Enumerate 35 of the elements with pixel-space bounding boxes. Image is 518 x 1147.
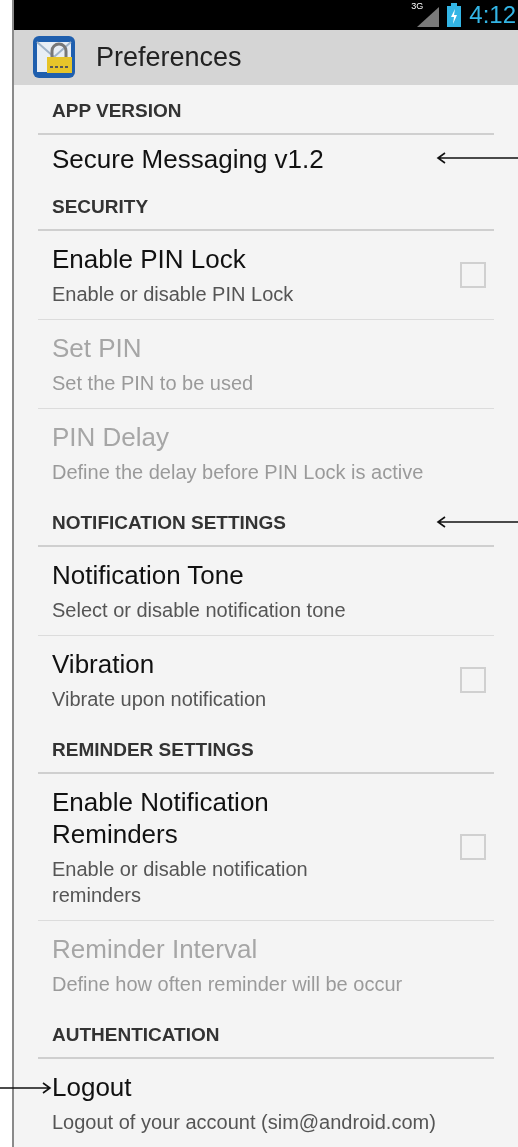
preference-row[interactable]: Logout Logout of your account (sim@android.com) <box>14 1059 518 1147</box>
checkbox-preference[interactable]: Enable PIN Lock Enable or disable PIN Lock <box>14 231 518 319</box>
preference-summary: Logout of your account (sim@android.com) <box>52 1110 437 1135</box>
preference-title: Enable PIN Lock <box>52 243 247 275</box>
battery-charging-icon <box>447 2 462 27</box>
checkbox-preference[interactable]: Vibration Vibrate upon notification <box>14 636 518 724</box>
preference-summary: Vibrate upon notification <box>52 687 268 712</box>
preference-summary: Select or disable notification tone <box>52 598 347 623</box>
preference-title: PIN Delay <box>52 421 171 453</box>
preference-summary: Set the PIN to be used <box>52 371 255 396</box>
checkbox[interactable] <box>460 262 486 288</box>
checkbox[interactable] <box>460 667 486 693</box>
preference-title: Secure Messaging v1.2 <box>52 143 325 175</box>
preference-title: Logout <box>52 1071 133 1103</box>
section-header: AUTHENTICATION <box>51 1023 221 1047</box>
section-header: REMINDER SETTINGS <box>51 738 255 762</box>
preference-title: Reminder Interval <box>52 933 259 965</box>
preference-summary: Enable or disable PIN Lock <box>52 282 295 307</box>
preference-title: Set PIN <box>52 332 143 364</box>
preference-summary: Define how often reminder will be occur <box>52 972 404 997</box>
section-header: NOTIFICATION SETTINGS <box>51 511 287 535</box>
preference-title: Enable Notification Reminders <box>52 786 270 850</box>
section-header: APP VERSION <box>51 99 183 123</box>
preference-title: Notification Tone <box>52 559 245 591</box>
preference-row[interactable]: Notification Tone Select or disable notification tone <box>14 547 518 635</box>
preference-summary: Define the delay before PIN Lock is active <box>52 460 425 485</box>
preference-title: Vibration <box>52 648 156 680</box>
clock: 4:12 <box>469 2 516 27</box>
checkbox[interactable] <box>460 834 486 860</box>
checkbox-preference[interactable]: Enable Notification Reminders Enable or disable notification reminders <box>14 774 518 920</box>
preference-summary: Enable or disable notification reminders <box>52 857 309 908</box>
screen-title: Preferences <box>96 41 242 75</box>
envelope-lock-icon <box>32 35 76 80</box>
network-type: 3G <box>411 0 424 13</box>
section-header: SECURITY <box>51 195 150 219</box>
